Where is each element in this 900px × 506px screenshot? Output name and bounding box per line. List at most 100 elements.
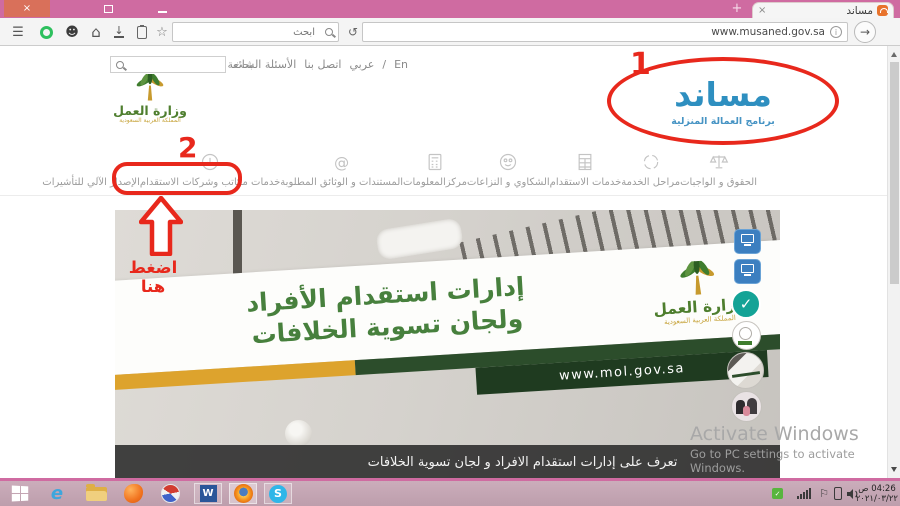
- nav-item-rights[interactable]: الحقوق و الواجبات: [680, 152, 757, 195]
- nav-item-documents[interactable]: @ المستندات و الوثائق المطلوبة: [280, 152, 403, 195]
- swirl-icon: [161, 484, 180, 503]
- bookmark-button[interactable]: ☆: [152, 18, 172, 46]
- star-icon: ☆: [156, 25, 168, 40]
- scroll-up-icon[interactable]: [891, 52, 897, 57]
- extension-button[interactable]: [36, 18, 56, 46]
- header-links: En / عربي اتصل بنا الأسئلة الشائعة: [258, 58, 408, 71]
- link-arabic[interactable]: عربي: [349, 58, 374, 71]
- slide-thumb-banner[interactable]: [727, 352, 764, 389]
- check-slide-button[interactable]: ✓: [731, 289, 761, 319]
- information-center-icon: [425, 152, 445, 172]
- network-signal-icon[interactable]: [797, 487, 811, 499]
- windows-logo-icon: [11, 486, 27, 502]
- ministry-logo: وزارة العمل المملكة العربية السعودية: [110, 74, 190, 124]
- file-explorer-button[interactable]: [84, 483, 108, 504]
- annotation-up-arrow-icon: [139, 196, 183, 256]
- page-info-icon[interactable]: i: [830, 26, 842, 38]
- skype-button[interactable]: S: [264, 483, 292, 504]
- banner-heading: إدارات استقدام الأفراد ولجان تسوية الخلا…: [152, 265, 620, 357]
- slide-thumb-document[interactable]: [732, 321, 761, 350]
- site-search-box[interactable]: [110, 56, 226, 73]
- clipboard-icon: [137, 26, 147, 39]
- forward-button[interactable]: →: [854, 21, 876, 43]
- browser-search-box[interactable]: [172, 22, 339, 42]
- page-scrollbar[interactable]: [887, 46, 900, 478]
- slider-caption: تعرف على إدارات استقدام الافراد و لجان ت…: [115, 445, 780, 479]
- firefox-icon: [234, 484, 253, 503]
- service-stages-icon: [641, 152, 661, 172]
- window-maximize-button[interactable]: [104, 5, 113, 13]
- banner-band: وزارة العمل المملكة العربية السعودية إدا…: [115, 238, 780, 418]
- link-english[interactable]: En: [394, 58, 408, 71]
- scroll-down-icon[interactable]: [891, 467, 897, 472]
- url-bar[interactable]: i www.musaned.gov.sa: [362, 22, 848, 42]
- downloads-button[interactable]: ↓: [110, 18, 128, 46]
- window-close-button[interactable]: ×: [4, 0, 50, 17]
- clock-time: 04:26 ص: [856, 484, 898, 494]
- activate-windows-line2: Go to PC settings to activate Windows.: [690, 447, 900, 475]
- browser-toolbar: ☰ ☻ ⌂ ↓ ☆ ↺ i www.musaned.gov.sa →: [0, 18, 900, 46]
- screen: × + × مساند ☰ ☻ ⌂ ↓ ☆ ↺ i www.musaned.go…: [0, 0, 900, 506]
- menu-button[interactable]: ☰: [8, 18, 28, 46]
- forward-arrow-icon: →: [860, 25, 870, 39]
- link-divider: /: [382, 58, 386, 71]
- e-services-button[interactable]: [734, 259, 761, 284]
- folder-icon: [86, 487, 107, 501]
- new-tab-button[interactable]: +: [728, 1, 746, 16]
- window-minimize-button[interactable]: [158, 11, 167, 13]
- link-contact[interactable]: اتصل بنا: [304, 58, 341, 71]
- ie-icon: e: [51, 483, 63, 504]
- internet-explorer-button[interactable]: e: [46, 483, 68, 504]
- complaints-icon: [498, 152, 518, 172]
- avast-button[interactable]: [122, 483, 144, 504]
- nav-item-information-center[interactable]: مركزالمعلومات: [403, 152, 467, 195]
- scrollbar-thumb[interactable]: [890, 62, 899, 284]
- slide-thumb-people[interactable]: [731, 391, 762, 422]
- hamburger-icon: ☰: [12, 25, 24, 40]
- annotation-number-1: 1: [630, 47, 651, 82]
- hero-slider[interactable]: وزارة العمل المملكة العربية السعودية إدا…: [115, 210, 780, 479]
- nav-item-complaints[interactable]: الشكاوي و النزاعات: [467, 152, 550, 195]
- annotation-box-2: [112, 162, 242, 195]
- reload-button[interactable]: ↺: [344, 18, 362, 46]
- recruitment-services-icon: [575, 152, 595, 172]
- ceiling-spotlight: [285, 420, 312, 447]
- home-button[interactable]: ⌂: [86, 18, 106, 46]
- browser-titlebar: × + × مساند: [0, 0, 900, 18]
- nav-item-recruitment-services[interactable]: خدمات الاستقدام: [550, 152, 622, 195]
- monitor-icon: [741, 234, 754, 243]
- check-icon: ✓: [740, 295, 753, 313]
- avast-icon: [124, 484, 143, 503]
- tray-app-icon[interactable]: ✓: [772, 488, 783, 499]
- taskbar-clock[interactable]: 04:26 ص ٢٠٢١/٠٣/٢٢: [856, 484, 898, 504]
- windows-taskbar: e W S ✓ ⚐ 04:26 ص ٢٠٢١/٠٣/٢٢: [0, 481, 900, 506]
- annotation-number-2: 2: [178, 131, 197, 164]
- word-button[interactable]: W: [194, 483, 222, 504]
- ceiling-light: [375, 218, 464, 261]
- skype-icon: S: [269, 485, 287, 503]
- browser-tab[interactable]: × مساند: [752, 2, 894, 18]
- browser-search-input[interactable]: [175, 24, 315, 40]
- search-icon: [116, 61, 124, 69]
- chat-extension-button[interactable]: ☻: [62, 18, 82, 46]
- clipboard-button[interactable]: [133, 18, 151, 46]
- tab-close-icon[interactable]: ×: [758, 6, 766, 16]
- download-arrow-icon: ↓: [114, 26, 123, 36]
- annotation-click-here: اضغط هنا: [116, 258, 190, 296]
- browser-app-button[interactable]: [159, 483, 181, 504]
- remote-support-button[interactable]: [734, 229, 761, 254]
- link-faq[interactable]: الأسئلة الشائعة: [228, 58, 297, 71]
- action-center-flag-icon[interactable]: ⚐: [817, 483, 831, 504]
- green-ring-icon: [40, 26, 53, 39]
- url-text: www.musaned.gov.sa: [711, 26, 825, 38]
- ministry-subtitle: المملكة العربية السعودية: [110, 117, 190, 124]
- device-icon[interactable]: [834, 487, 842, 500]
- nav-item-service-stages[interactable]: مراحل الخدمة: [621, 152, 680, 195]
- home-icon: ⌂: [91, 23, 101, 41]
- firefox-button[interactable]: [229, 483, 257, 504]
- start-button[interactable]: [8, 483, 32, 504]
- site-search-input[interactable]: [127, 58, 223, 71]
- chat-face-icon: ☻: [65, 25, 79, 40]
- palm-tree-icon: [132, 74, 168, 104]
- scales-icon: [709, 152, 729, 172]
